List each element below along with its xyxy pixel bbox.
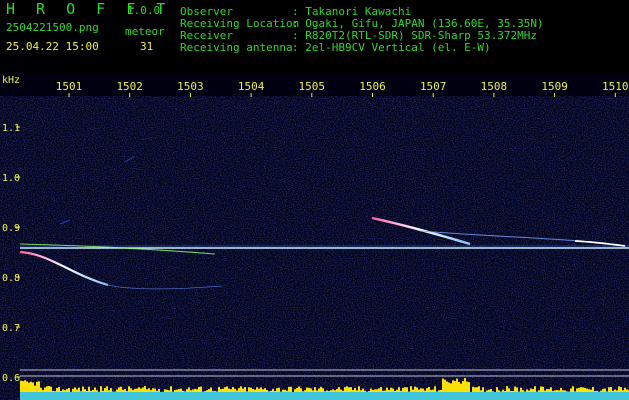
x-tick-label: 1501 [56, 80, 83, 93]
x-tick-label: 1502 [116, 80, 143, 93]
y-tick-label: 0.7 [2, 323, 20, 334]
spectrogram: 1501 1502 1503 1504 1505 1506 1507 1508 1509 1510… [0, 74, 629, 400]
file-datetime: 25.04.22 15:00 [6, 40, 99, 53]
meteor-count: 31 [140, 40, 154, 53]
app-version: 1.0.0 [127, 4, 161, 17]
x-tick-label: 1509 [541, 80, 568, 93]
y-tick-label: 1.1 [2, 123, 20, 134]
axis-unit-label: kHz [2, 75, 20, 86]
file-name: 2504221500.png [6, 21, 99, 34]
y-tick-label: 1.0 [2, 173, 20, 184]
header-panel: H R O F F T 1.0.0 2504221500.png 25.04.2… [0, 0, 629, 74]
antenna-label: Receiving antenna [180, 41, 293, 54]
x-tick-label: 1507 [420, 80, 447, 93]
y-tick-label: 0.9 [2, 223, 20, 234]
x-tick-label: 1505 [299, 80, 326, 93]
x-tick-label: 1506 [359, 80, 386, 93]
x-tick-label: 1503 [177, 80, 204, 93]
x-tick-label: 1508 [481, 80, 508, 93]
antenna-value: : 2el-HB9CV Vertical (el. E-W) [292, 41, 491, 54]
y-tick-label: 0.6 [2, 373, 20, 384]
y-tick-label: 0.8 [2, 273, 20, 284]
x-tick-label: 1504 [238, 80, 265, 93]
x-tick-label: 1510 [602, 80, 629, 93]
level-baseline [20, 392, 629, 400]
meteor-label: meteor [125, 25, 165, 38]
